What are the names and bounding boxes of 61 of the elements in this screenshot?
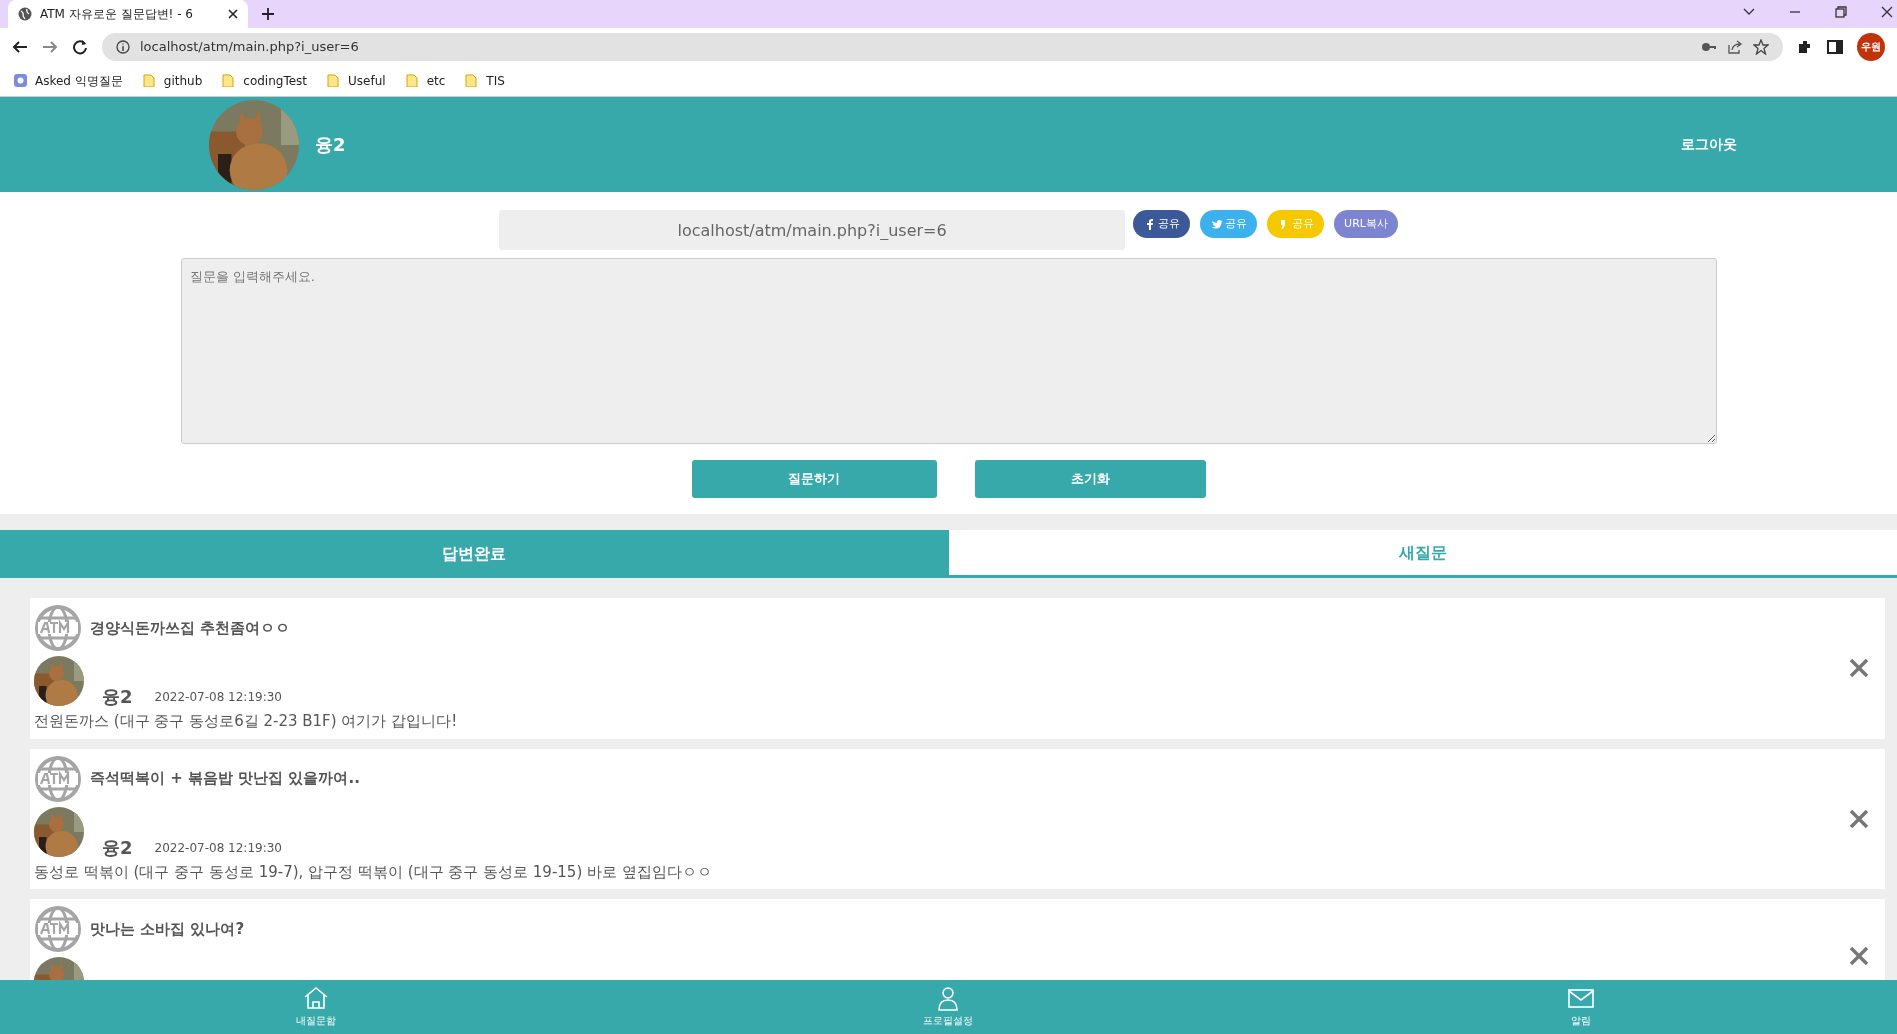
address-bar[interactable]: localhost/atm/main.php?i_user=6 (102, 32, 1783, 61)
side-panel-icon[interactable] (1827, 38, 1843, 55)
author-name: 융2 (102, 838, 133, 857)
share-button[interactable]: URL복사 (1334, 210, 1398, 238)
globe-icon (18, 7, 32, 21)
globe-icon (34, 604, 82, 652)
question-title: 경양식돈까쓰집 추천좀여ㅇㅇ (90, 617, 291, 639)
new-tab-icon[interactable] (262, 8, 274, 20)
folder-icon (405, 74, 419, 87)
star-icon[interactable] (1753, 38, 1769, 55)
close-icon[interactable] (228, 9, 238, 19)
puzzle-icon[interactable] (1797, 38, 1813, 55)
site-icon (14, 74, 27, 87)
browser-tab[interactable]: ATM 자유로운 질문답변! - 6 (8, 0, 248, 28)
nav-item[interactable]: 알림 (1264, 980, 1897, 1034)
nav-item[interactable]: 내질문함 (0, 980, 633, 1034)
reset-button[interactable]: 초기화 (974, 460, 1206, 498)
folder-icon (142, 74, 156, 87)
tab[interactable]: 답변완료 (0, 530, 949, 578)
folder-icon (222, 74, 236, 87)
mail-icon (1567, 986, 1594, 1011)
author-name: 융2 (102, 688, 133, 706)
question-title: 맛나는 소바집 있나여? (90, 918, 245, 940)
delete-button[interactable] (1849, 946, 1869, 966)
logout-link[interactable]: 로그아웃 (1681, 134, 1737, 155)
close-icon (1849, 658, 1869, 679)
bird-icon (1210, 218, 1223, 230)
home-icon (303, 986, 330, 1011)
globe-icon (34, 754, 82, 803)
bookmark[interactable]: codingTest (222, 71, 308, 90)
profile-avatar[interactable]: 우원 (1857, 32, 1885, 61)
answer-date: 2022-07-08 12:19:30 (154, 839, 282, 857)
share-icon[interactable] (1727, 38, 1743, 55)
reload-icon[interactable] (72, 38, 88, 55)
restore-icon[interactable] (1835, 6, 1847, 18)
close-icon[interactable] (1881, 6, 1893, 18)
back-icon[interactable] (12, 38, 28, 55)
close-icon (1849, 946, 1869, 966)
answer-date: 2022-07-08 12:19:30 (154, 689, 282, 706)
bookmark[interactable]: TIS (465, 71, 505, 90)
share-button[interactable]: 공유 (1133, 210, 1191, 238)
info-icon (116, 39, 130, 54)
username: 융2 (315, 133, 347, 157)
forward-icon[interactable] (42, 38, 58, 55)
submit-button[interactable]: 질문하기 (691, 460, 937, 498)
delete-button[interactable] (1849, 808, 1869, 829)
delete-button[interactable] (1849, 658, 1869, 679)
bookmark[interactable]: Asked 익명질문 (14, 71, 123, 90)
folder-icon (465, 74, 479, 87)
bookmark[interactable]: Useful (327, 71, 386, 90)
bookmark[interactable]: etc (405, 71, 446, 90)
globe-icon (34, 905, 82, 953)
url-field[interactable]: localhost/atm/main.php?i_user=6 (499, 210, 1126, 250)
bookmark[interactable]: github (142, 71, 203, 90)
question-title: 즉석떡복이 + 볶음밥 맛난집 있을까여.. (90, 768, 360, 790)
folder-icon (327, 74, 341, 87)
nav-item[interactable]: 프로필설정 (632, 980, 1265, 1034)
answer-text: 전원돈까스 (대구 중구 동성로6길 2-23 B1F) 여기가 갑입니다! (34, 711, 459, 732)
close-icon (1849, 808, 1869, 829)
question-field[interactable]: 질문을 입력해주세요. (180, 258, 1717, 444)
answer-text: 동성로 떡볶이 (대구 중구 동성로 19-7), 압구정 떡볶이 (대구 중구 동성로 19-15) 바로 옆집임다ㅇㅇ (34, 861, 713, 883)
